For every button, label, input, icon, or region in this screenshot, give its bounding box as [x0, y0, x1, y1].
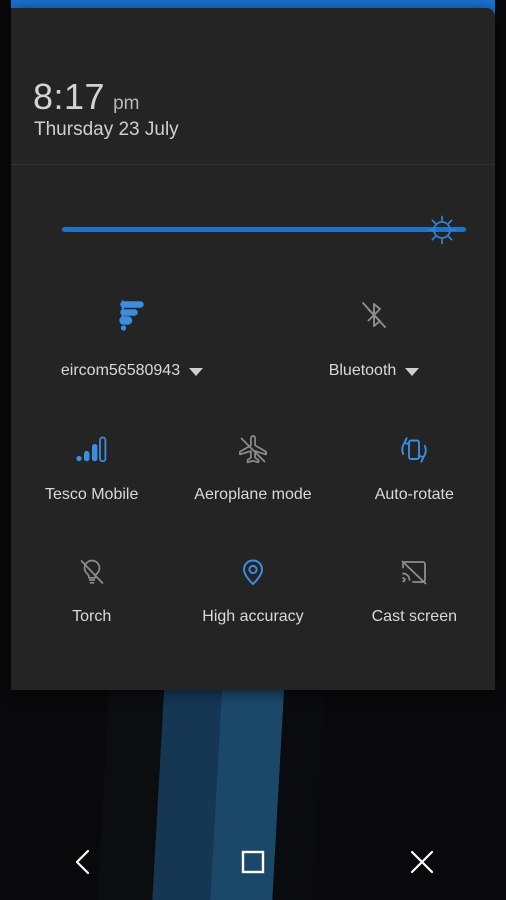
aeroplane-label: Aeroplane mode — [194, 486, 312, 503]
cast-off-icon — [394, 546, 434, 598]
tile-label-aeroplane-mode: Aeroplane mode — [194, 486, 311, 504]
tile-bluetooth[interactable]: Bluetooth — [253, 280, 495, 380]
bluetooth-off-icon — [352, 290, 396, 342]
wifi-ssid: eircom56580943 — [60, 362, 181, 379]
tile-label-bluetooth: Bluetooth — [329, 362, 420, 380]
tile-label-torch: Torch — [72, 608, 111, 626]
close-x-icon — [410, 850, 433, 874]
cast-label: Cast screen — [371, 608, 457, 625]
nav-back-button[interactable] — [0, 824, 169, 900]
tile-wifi[interactable]: eircom56580943 — [11, 280, 253, 380]
tile-row-3: Torch High accuracy Cast screen — [11, 532, 495, 626]
tile-auto-rotate[interactable]: Auto-rotate — [334, 410, 495, 504]
back-icon — [76, 849, 90, 875]
tile-location[interactable]: High accuracy — [172, 532, 333, 626]
brightness-track[interactable] — [62, 227, 466, 232]
airplane-off-icon — [233, 424, 273, 476]
home-square-icon — [241, 850, 265, 874]
torch-label: Torch — [72, 608, 112, 625]
auto-rotate-icon — [394, 424, 434, 476]
quick-settings-panel: 8:17 pm Thursday 23 July eircom56580943 … — [11, 8, 495, 690]
location-pin-icon — [233, 546, 273, 598]
tile-label-wifi: eircom56580943 — [60, 362, 204, 380]
wifi-icon — [110, 290, 154, 342]
clock-date: Thursday 23 July — [34, 119, 179, 140]
tiles-grid: eircom56580943 Bluetooth Tesco Mobile Ae… — [11, 280, 495, 626]
tile-aeroplane-mode[interactable]: Aeroplane mode — [172, 410, 333, 504]
tile-cast-screen[interactable]: Cast screen — [334, 532, 495, 626]
clock-time: 8:17 — [33, 76, 106, 117]
nav-close-button[interactable] — [337, 824, 506, 900]
tile-row-2: Tesco Mobile Aeroplane mode Auto-rotate — [11, 410, 495, 504]
clock-row: 8:17 pm — [33, 76, 139, 118]
tile-row-1: eircom56580943 Bluetooth — [11, 280, 495, 380]
carrier-name: Tesco Mobile — [44, 486, 139, 503]
tile-torch[interactable]: Torch — [11, 532, 172, 626]
chevron-down-icon[interactable] — [189, 368, 204, 376]
navigation-bar — [0, 824, 506, 900]
tile-mobile-data[interactable]: Tesco Mobile — [11, 410, 172, 504]
location-mode-label: High accuracy — [202, 608, 304, 625]
tile-label-auto-rotate: Auto-rotate — [375, 486, 454, 504]
clock-ampm: pm — [113, 93, 140, 114]
flashlight-off-icon — [72, 546, 112, 598]
cell-signal-icon — [72, 424, 112, 476]
sun-icon[interactable] — [425, 213, 459, 247]
tile-label-location: High accuracy — [202, 608, 303, 626]
nav-home-button[interactable] — [169, 824, 338, 900]
tile-label-cast-screen: Cast screen — [372, 608, 457, 626]
android-quick-settings-screen: 76% 8:17 pm Thursday 23 J — [0, 0, 506, 900]
tile-label-mobile-data: Tesco Mobile — [45, 486, 138, 504]
clock-area: 8:17 pm Thursday 23 July — [11, 8, 495, 164]
auto-rotate-label: Auto-rotate — [374, 486, 454, 503]
chevron-down-icon[interactable] — [405, 368, 420, 376]
bluetooth-status: Bluetooth — [328, 362, 397, 379]
